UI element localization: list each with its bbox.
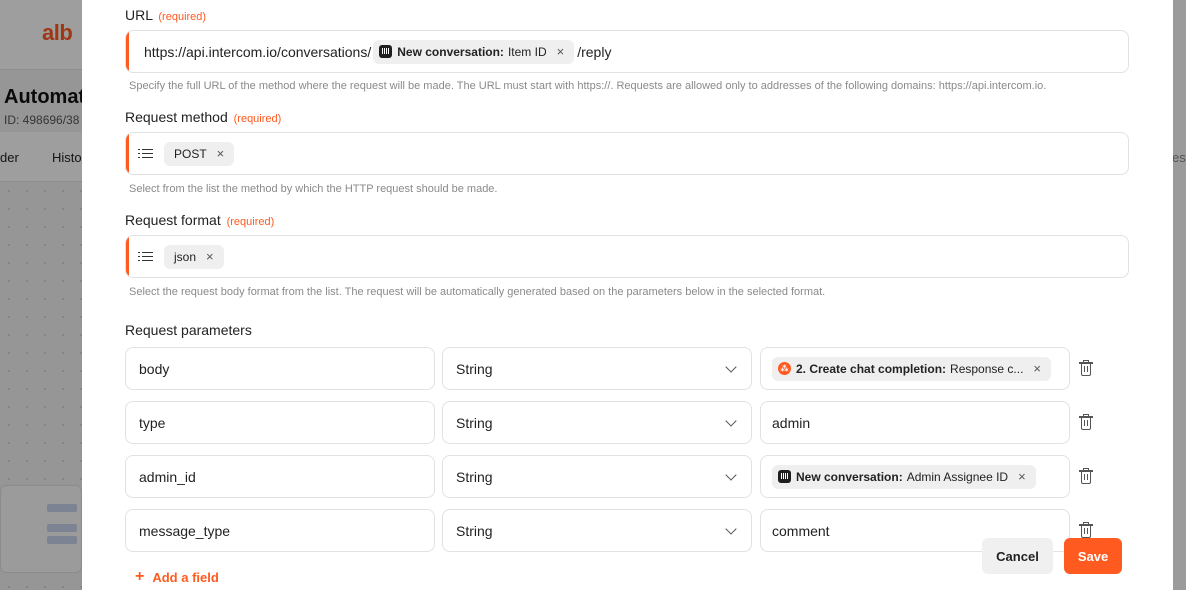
plus-icon: + (135, 568, 145, 585)
chevron-down-icon (725, 523, 737, 535)
remove-chip-icon[interactable]: × (557, 44, 565, 59)
remove-chip-icon[interactable]: × (1033, 361, 1041, 376)
format-chip[interactable]: json × (164, 244, 224, 269)
intercom-icon (778, 470, 791, 483)
request-method-help-text: Select from the list the method by which… (129, 183, 498, 195)
url-suffix: /reply (577, 43, 612, 60)
delete-param-icon[interactable] (1079, 414, 1093, 430)
tab-test: est (1172, 150, 1186, 165)
param-value-input[interactable]: ⁂ 2. Create chat completion: Response c.… (760, 347, 1070, 390)
param-type-select[interactable]: String (442, 401, 752, 444)
param-value-input[interactable]: admin (760, 401, 1070, 444)
chevron-down-icon (725, 361, 737, 373)
url-variable-chip[interactable]: New conversation: Item ID × (373, 39, 575, 64)
url-input[interactable]: https://api.intercom.io/conversations/ N… (125, 30, 1129, 73)
cancel-button[interactable]: Cancel (982, 538, 1053, 574)
required-indicator (126, 31, 129, 72)
param-type-select[interactable]: String (442, 509, 752, 552)
delete-param-icon[interactable] (1079, 360, 1093, 376)
request-format-help-text: Select the request body format from the … (129, 286, 826, 298)
param-key-input[interactable]: admin_id (125, 455, 435, 498)
list-icon (138, 251, 154, 263)
request-method-label: Request method (required) (125, 109, 282, 125)
request-format-select[interactable]: json × (125, 235, 1129, 278)
method-chip[interactable]: POST × (164, 141, 235, 166)
url-prefix: https://api.intercom.io/conversations/ (144, 43, 372, 60)
add-field-button[interactable]: + Add a field (135, 568, 219, 586)
chevron-down-icon (725, 415, 737, 427)
remove-chip-icon[interactable]: × (206, 249, 214, 264)
param-value-chip[interactable]: New conversation: Admin Assignee ID × (772, 464, 1036, 489)
param-value-input[interactable]: New conversation: Admin Assignee ID × (760, 455, 1070, 498)
remove-chip-icon[interactable]: × (1018, 469, 1026, 484)
param-key-input[interactable]: body (125, 347, 435, 390)
param-value-chip[interactable]: ⁂ 2. Create chat completion: Response c.… (772, 356, 1052, 381)
request-method-select[interactable]: POST × (125, 132, 1129, 175)
request-parameters-label: Request parameters (125, 322, 252, 338)
intercom-icon (379, 45, 393, 58)
remove-chip-icon[interactable]: × (217, 146, 225, 161)
delete-param-icon[interactable] (1079, 522, 1093, 538)
param-type-select[interactable]: String (442, 455, 752, 498)
url-help-text: Specify the full URL of the method where… (129, 80, 1047, 92)
save-button[interactable]: Save (1064, 538, 1122, 574)
chevron-down-icon (725, 469, 737, 481)
param-key-input[interactable]: message_type (125, 509, 435, 552)
required-indicator (126, 133, 129, 174)
http-request-settings-modal: URL (required) https://api.intercom.io/c… (82, 0, 1173, 590)
url-label: URL (required) (125, 7, 207, 23)
required-indicator (126, 236, 129, 277)
request-format-label: Request format (required) (125, 212, 275, 228)
list-icon (138, 148, 154, 160)
required-marker: (required) (158, 11, 207, 23)
required-marker: (required) (226, 216, 275, 228)
delete-param-icon[interactable] (1079, 468, 1093, 484)
param-key-input[interactable]: type (125, 401, 435, 444)
param-type-select[interactable]: String (442, 347, 752, 390)
openai-icon: ⁂ (778, 362, 791, 375)
background-right-edge: est (1172, 0, 1186, 590)
required-marker: (required) (233, 113, 282, 125)
